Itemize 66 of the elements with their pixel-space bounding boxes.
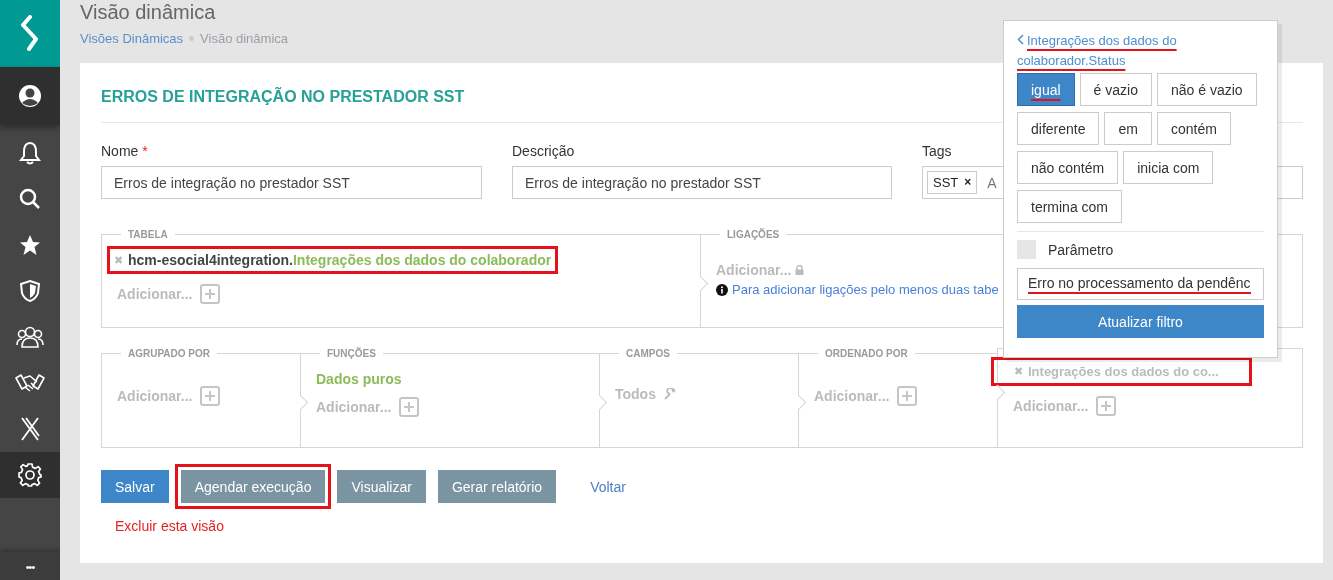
remove-button[interactable]: ✖: [114, 253, 123, 267]
action-button[interactable]: Gerar relatório: [437, 470, 557, 503]
section-label: LIGAÇÕES: [726, 229, 781, 240]
handshake-icon: [15, 372, 45, 394]
section-label: FUNÇÕES: [326, 348, 377, 359]
add-link[interactable]: Adicionar...: [814, 388, 890, 404]
tag-label: SST: [933, 175, 959, 190]
action-button[interactable]: Visualizar: [337, 470, 426, 503]
user-icon: [18, 84, 42, 108]
breadcrumb-item: Visão dinâmica: [200, 30, 288, 46]
update-filter-button[interactable]: Atualizar filtro: [1017, 305, 1264, 338]
field-label: Nome: [101, 143, 139, 159]
add-link[interactable]: Adicionar...: [117, 388, 193, 404]
add-link[interactable]: Adicionar...: [117, 286, 193, 302]
section-label: ORDENADO POR: [824, 348, 909, 359]
operator-button[interactable]: contém: [1156, 112, 1231, 145]
required-mark: *: [142, 143, 148, 159]
filter-item[interactable]: Integrações dos dados do co...: [1028, 364, 1219, 379]
operator-button[interactable]: em: [1104, 112, 1152, 145]
sidebar-item[interactable]: [0, 67, 60, 125]
section-label: TABELA: [127, 229, 169, 240]
function-item[interactable]: Dados puros: [316, 371, 584, 387]
page-title: Visão dinâmica: [80, 0, 217, 25]
operator-button[interactable]: não é vazio: [1156, 73, 1257, 106]
sidebar-item[interactable]: [0, 452, 60, 498]
action-button[interactable]: Salvar: [101, 470, 169, 503]
text-field[interactable]: Erros de integração no prestador SST: [512, 166, 892, 199]
chevron-left-icon[interactable]: [1017, 34, 1024, 45]
action-button[interactable]: Agendar execução: [180, 470, 326, 503]
search-icon: [19, 188, 41, 210]
field-label: Descrição: [512, 143, 575, 159]
remove-button[interactable]: ✖: [1014, 365, 1023, 378]
more-button[interactable]: •••: [0, 552, 60, 580]
info-message: Para adicionar ligações pelo menos duas tabe: [732, 282, 999, 297]
lock-icon: [795, 265, 805, 275]
operator-button[interactable]: inicia com: [1123, 151, 1214, 184]
operator-button[interactable]: diferente: [1017, 112, 1100, 145]
operator-button[interactable]: termina com: [1017, 190, 1123, 223]
delete-link[interactable]: Excluir esta visão: [115, 518, 1303, 534]
value-field[interactable]: Erro no processamento da pendênc: [1017, 268, 1264, 300]
cross-icon: [19, 416, 41, 442]
bell-icon: [19, 141, 41, 165]
settings-icon: [18, 463, 42, 487]
breadcrumb-item[interactable]: Visões Dinâmicas: [80, 30, 184, 46]
back-link[interactable]: Integrações dos dados do colaborador.Status: [1017, 31, 1202, 71]
shield-icon: [19, 279, 41, 303]
operator-button[interactable]: não contém: [1017, 151, 1119, 184]
field-label: Tags: [922, 143, 952, 159]
section-label: CAMPOS: [625, 348, 671, 359]
operator-button[interactable]: é vazio: [1079, 73, 1152, 106]
checkbox[interactable]: [1017, 240, 1036, 259]
people-icon: [16, 325, 44, 349]
operator-button[interactable]: igual: [1017, 73, 1075, 106]
fields-value[interactable]: Todos: [615, 386, 656, 402]
add-link[interactable]: Adicionar...: [316, 399, 392, 415]
checkbox-label: Parâmetro: [1048, 241, 1114, 258]
info-icon: [716, 283, 728, 296]
star-icon: [19, 234, 41, 256]
section-label: AGRUPADO POR: [127, 348, 212, 359]
separator-dot: [189, 35, 195, 41]
text-field[interactable]: Erros de integração no prestador SST: [101, 166, 482, 199]
back-link[interactable]: Voltar: [576, 470, 640, 503]
add-link[interactable]: Adicionar...: [1013, 398, 1089, 414]
logo-icon: [0, 0, 60, 67]
table-name[interactable]: hcm-esocial4integration.Integrações dos dados do colaborador: [128, 252, 552, 268]
remove-tag-button[interactable]: ×: [964, 175, 972, 190]
